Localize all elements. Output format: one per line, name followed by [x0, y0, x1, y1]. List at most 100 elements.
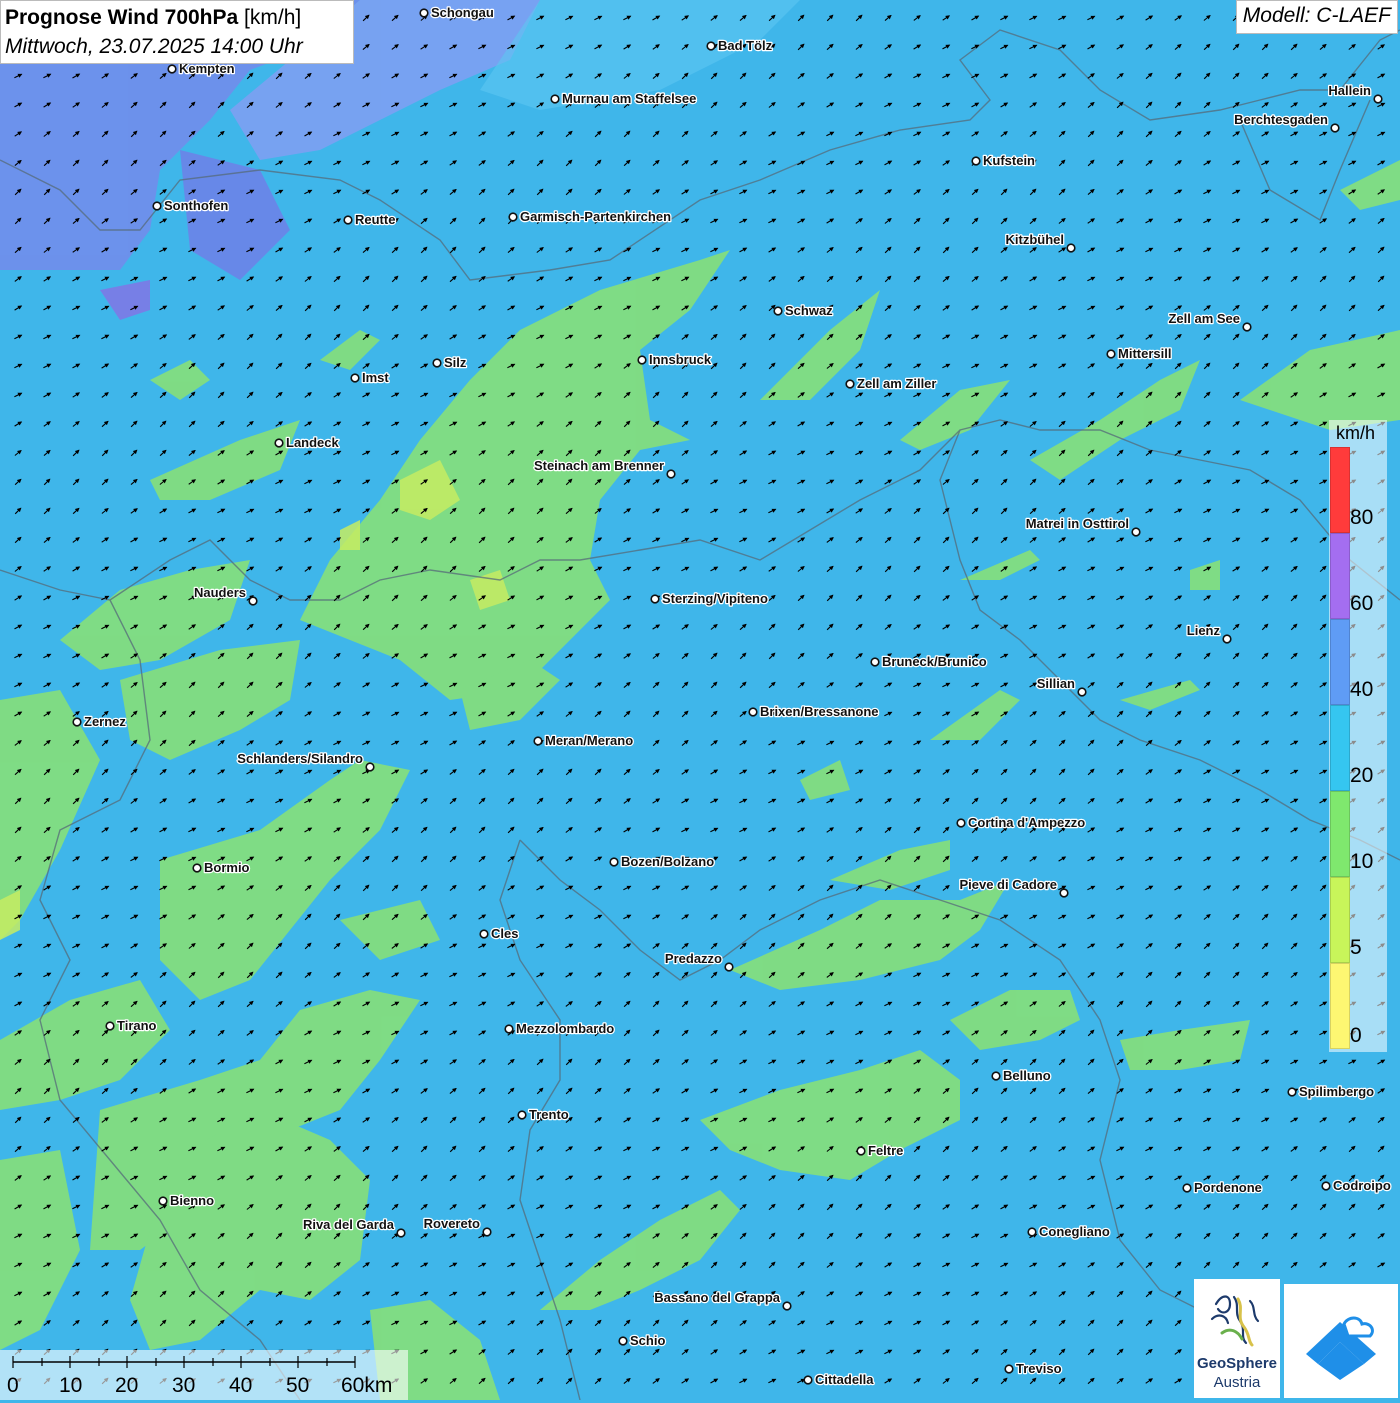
city-label: Bassano del Grappa	[654, 1290, 780, 1305]
wind-map: SchongauBad TölzKemptenMurnau am Staffel…	[0, 0, 1400, 1400]
city-label: Sonthofen	[164, 198, 228, 213]
city-marker: Schongau	[419, 4, 495, 21]
city-marker: Innsbruck	[637, 351, 713, 368]
weather-app-logo[interactable]	[1284, 1284, 1398, 1398]
city-label: Schongau	[431, 5, 494, 20]
city-dot-icon	[533, 736, 543, 746]
city-label: Predazzo	[665, 951, 722, 966]
city-label: Mezzolombardo	[516, 1021, 614, 1036]
city-label: Rovereto	[424, 1216, 480, 1231]
legend-label: 60	[1350, 592, 1374, 615]
city-dot-icon	[748, 707, 758, 717]
city-marker: Spilimbergo	[1287, 1083, 1375, 1100]
city-dot-icon	[637, 355, 647, 365]
city-marker: Cortina d'Ampezzo	[956, 814, 1087, 831]
city-label: Cortina d'Ampezzo	[968, 815, 1085, 830]
legend-color-swatch	[1330, 705, 1350, 791]
city-dot-icon	[517, 1110, 527, 1120]
city-label: Hallein	[1328, 83, 1371, 98]
city-dot-icon	[650, 594, 660, 604]
city-label: Cittadella	[815, 1372, 874, 1387]
city-dot-icon	[803, 1375, 813, 1385]
city-marker: Bozen/Bolzano	[609, 853, 715, 870]
city-dot-icon	[618, 1336, 628, 1346]
city-marker: Brixen/Bressanone	[748, 703, 880, 720]
city-dot-icon	[482, 1227, 492, 1237]
city-dot-icon	[1287, 1087, 1297, 1097]
city-dot-icon	[343, 215, 353, 225]
legend-color-swatch	[1330, 963, 1350, 1049]
city-dot-icon	[1066, 243, 1076, 253]
legend-unit: km/h	[1336, 423, 1376, 443]
city-label: Berchtesgaden	[1234, 112, 1328, 127]
city-dot-icon	[365, 762, 375, 772]
city-marker: Bruneck/Brunico	[870, 653, 988, 670]
city-label: Schwaz	[785, 303, 833, 318]
city-dot-icon	[1131, 527, 1141, 537]
app-mountain-icon	[1306, 1316, 1376, 1380]
city-label: Treviso	[1016, 1361, 1062, 1376]
city-label: Schlanders/Silandro	[237, 751, 363, 766]
city-label: Matrei in Osttirol	[1026, 516, 1129, 531]
city-dot-icon	[158, 1196, 168, 1206]
legend-color-bar	[1330, 447, 1350, 1049]
city-label: Imst	[362, 370, 389, 385]
geosphere-logo[interactable]: GeoSphere Austria	[1194, 1279, 1280, 1398]
city-dot-icon	[1373, 94, 1383, 104]
city-dot-icon	[1182, 1183, 1192, 1193]
city-dot-icon	[550, 94, 560, 104]
city-dot-icon	[248, 596, 258, 606]
city-dot-icon	[432, 358, 442, 368]
city-dot-icon	[419, 8, 429, 18]
city-dot-icon	[152, 201, 162, 211]
legend-label: 0	[1350, 1024, 1362, 1047]
legend-color-swatch	[1330, 533, 1350, 619]
city-marker: Meran/Merano	[533, 732, 634, 749]
city-label: Spilimbergo	[1299, 1084, 1374, 1099]
city-dot-icon	[782, 1301, 792, 1311]
city-dot-icon	[706, 41, 716, 51]
city-label: Cles	[491, 926, 518, 941]
model-label: Modell: C-LAEF	[1235, 0, 1398, 34]
city-dot-icon	[1242, 322, 1252, 332]
city-marker: Garmisch-Partenkirchen	[508, 208, 672, 225]
city-dot-icon	[105, 1021, 115, 1031]
city-label: Sillian	[1037, 676, 1075, 691]
city-dot-icon	[1059, 888, 1069, 898]
city-marker: Sonthofen	[152, 197, 230, 214]
city-dot-icon	[971, 156, 981, 166]
city-dot-icon	[870, 657, 880, 667]
city-label: Pordenone	[1194, 1180, 1262, 1195]
city-marker: Bad Tölz	[706, 37, 774, 54]
city-label: Murnau am Staffelsee	[562, 91, 696, 106]
city-dot-icon	[504, 1024, 514, 1034]
city-dot-icon	[350, 373, 360, 383]
city-label: Codroipo	[1333, 1178, 1391, 1193]
city-label: Mittersill	[1118, 346, 1171, 361]
city-marker: Cittadella	[803, 1371, 876, 1388]
city-label: Riva del Garda	[303, 1217, 395, 1232]
legend-label: 40	[1350, 678, 1374, 701]
scale-label: 40	[229, 1374, 253, 1397]
legend-label: 80	[1350, 506, 1374, 529]
city-dot-icon	[508, 212, 518, 222]
city-label: Silz	[444, 355, 467, 370]
city-dot-icon	[1222, 634, 1232, 644]
legend-color-swatch	[1330, 619, 1350, 705]
legend-color-swatch	[1330, 877, 1350, 963]
city-label: Brixen/Bressanone	[760, 704, 879, 719]
city-label: Garmisch-Partenkirchen	[520, 209, 671, 224]
scale-label: 20	[115, 1374, 139, 1397]
city-dot-icon	[1330, 123, 1340, 133]
city-label: Kufstein	[983, 153, 1035, 168]
city-label: Pieve di Cadore	[959, 877, 1057, 892]
legend-label: 20	[1350, 764, 1374, 787]
city-marker: Sterzing/Vipiteno	[650, 590, 769, 607]
city-marker: Pordenone	[1182, 1179, 1263, 1196]
logo-brand: GeoSphere	[1196, 1355, 1278, 1372]
city-label: Kitzbühel	[1006, 232, 1065, 247]
city-label: Feltre	[868, 1143, 903, 1158]
scale-label: 50	[286, 1374, 310, 1397]
city-label: Zell am See	[1168, 311, 1240, 326]
scale-label: 60km	[341, 1374, 393, 1397]
